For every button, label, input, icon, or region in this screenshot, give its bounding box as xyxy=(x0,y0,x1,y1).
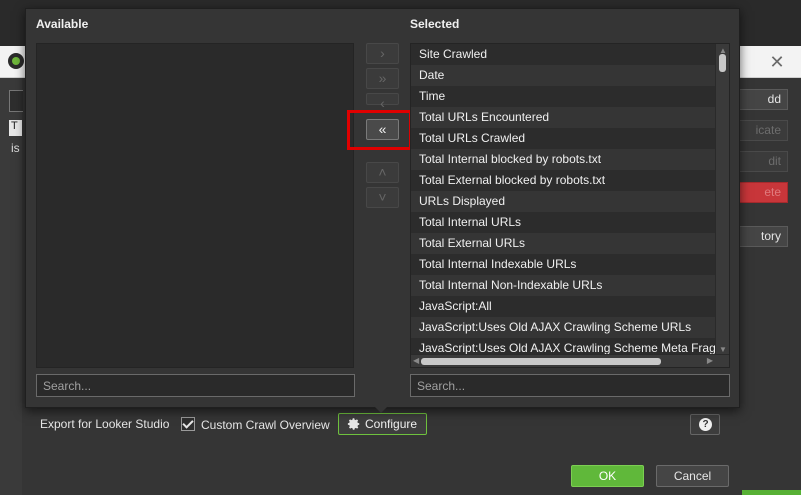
list-item[interactable]: Total External blocked by robots.txt xyxy=(411,170,715,191)
cancel-button[interactable]: Cancel xyxy=(656,465,729,487)
available-search-input[interactable] xyxy=(36,374,355,397)
list-item[interactable]: Total URLs Encountered xyxy=(411,107,715,128)
list-item[interactable]: Date xyxy=(411,65,715,86)
horizontal-scroll-thumb[interactable] xyxy=(421,358,661,365)
move-up-button[interactable]: ˄ xyxy=(366,162,399,183)
horizontal-scrollbar[interactable]: ◀ ▶ xyxy=(411,354,729,367)
list-item[interactable]: URLs Displayed xyxy=(411,191,715,212)
selected-search-input[interactable] xyxy=(410,374,730,397)
scroll-left-icon[interactable]: ◀ xyxy=(413,355,419,367)
background-input[interactable] xyxy=(9,90,23,112)
background-green-button[interactable] xyxy=(742,490,801,495)
list-item[interactable]: JavaScript:Uses Old AJAX Crawling Scheme… xyxy=(411,317,715,338)
export-looker-label: Export for Looker Studio xyxy=(40,417,170,431)
available-title: Available xyxy=(36,17,89,31)
remove-one-button[interactable]: ‹ xyxy=(366,93,399,111)
custom-overview-label: Custom Crawl Overview xyxy=(201,418,330,432)
help-icon: ? xyxy=(699,418,712,431)
vertical-scroll-thumb[interactable] xyxy=(719,54,726,72)
list-item[interactable]: JavaScript:All xyxy=(411,296,715,317)
move-down-button[interactable]: ˅ xyxy=(366,187,399,208)
list-item[interactable]: Site Crawled xyxy=(411,44,715,65)
popup-pointer xyxy=(372,404,390,413)
app-logo-icon xyxy=(8,53,24,69)
gear-icon xyxy=(347,418,360,430)
list-item[interactable]: Time xyxy=(411,86,715,107)
available-list[interactable] xyxy=(36,43,354,368)
list-item[interactable]: Total Internal URLs xyxy=(411,212,715,233)
list-item[interactable]: Total Internal blocked by robots.txt xyxy=(411,149,715,170)
help-button[interactable]: ? xyxy=(690,414,720,435)
list-item[interactable]: Total Internal Non-Indexable URLs xyxy=(411,275,715,296)
list-item[interactable]: Total Internal Indexable URLs xyxy=(411,254,715,275)
vertical-scrollbar[interactable]: ▲ ▼ xyxy=(715,44,729,355)
list-item[interactable]: Total External URLs xyxy=(411,233,715,254)
configure-label: Configure xyxy=(365,417,418,431)
selected-title: Selected xyxy=(410,17,460,31)
highlight-annotation xyxy=(347,110,412,150)
add-one-button[interactable]: › xyxy=(366,43,399,64)
background-table-header: T xyxy=(9,120,22,136)
background-table-row[interactable]: is xyxy=(9,141,22,157)
ok-button[interactable]: OK xyxy=(571,465,644,487)
scroll-right-icon[interactable]: ▶ xyxy=(707,355,713,367)
list-item[interactable]: Total URLs Crawled xyxy=(411,128,715,149)
scroll-down-icon[interactable]: ▼ xyxy=(719,345,727,354)
custom-overview-checkbox[interactable] xyxy=(181,417,195,431)
add-all-button[interactable]: » xyxy=(366,68,399,89)
configure-button[interactable]: Configure xyxy=(338,413,427,435)
selected-list[interactable]: Site Crawled Date Time Total URLs Encoun… xyxy=(410,43,730,368)
close-icon[interactable]: ✕ xyxy=(766,52,788,72)
